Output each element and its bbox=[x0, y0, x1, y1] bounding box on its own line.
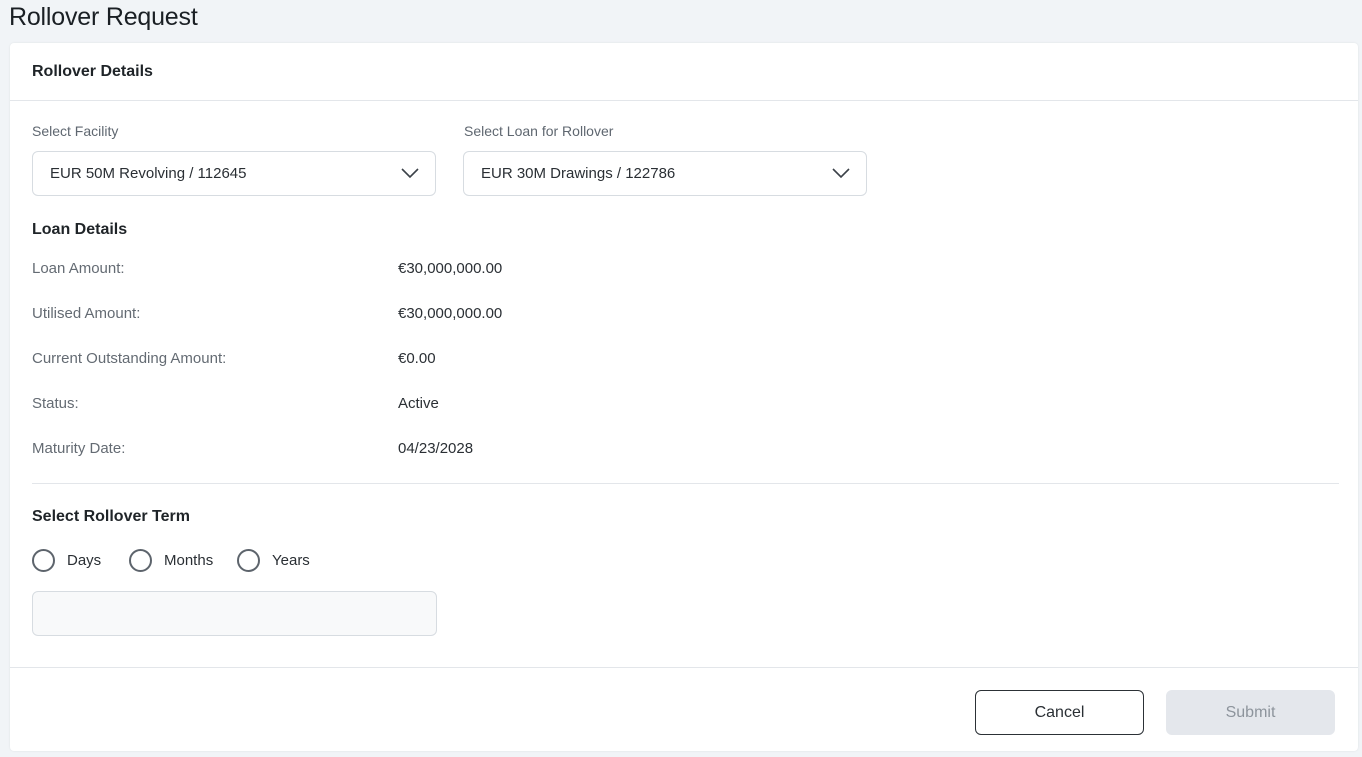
maturity-date-label: Maturity Date: bbox=[32, 440, 126, 457]
status-label: Status: bbox=[32, 395, 79, 412]
footer-divider bbox=[10, 667, 1358, 668]
loan-amount-label: Loan Amount: bbox=[32, 260, 125, 277]
radio-circle-icon bbox=[237, 549, 260, 572]
radio-years-label: Years bbox=[272, 552, 310, 569]
radio-circle-icon bbox=[129, 549, 152, 572]
facility-label: Select Facility bbox=[32, 123, 119, 139]
radio-days-label: Days bbox=[67, 552, 102, 569]
card-header: Rollover Details bbox=[10, 43, 1358, 101]
utilised-amount-value: €30,000,000.00 bbox=[398, 305, 503, 322]
outstanding-amount-label: Current Outstanding Amount: bbox=[32, 350, 227, 367]
loan-details-title: Loan Details bbox=[32, 221, 128, 238]
status-value: Active bbox=[398, 395, 439, 412]
rollover-term-title: Select Rollover Term bbox=[32, 508, 190, 525]
cancel-button[interactable]: Cancel bbox=[975, 690, 1144, 735]
loan-select[interactable]: EUR 30M Drawings / 122786 bbox=[463, 151, 867, 196]
submit-button[interactable]: Submit bbox=[1166, 690, 1335, 735]
facility-select-value: EUR 50M Revolving / 112645 bbox=[50, 165, 247, 182]
loan-select-label: Select Loan for Rollover bbox=[464, 123, 614, 139]
rollover-details-card: Rollover Details Select Facility EUR 50M… bbox=[10, 43, 1358, 751]
chevron-down-icon bbox=[401, 168, 419, 179]
section-divider bbox=[32, 483, 1339, 484]
radio-months[interactable]: Months bbox=[129, 549, 213, 572]
radio-days[interactable]: Days bbox=[32, 549, 101, 572]
loan-amount-value: €30,000,000.00 bbox=[398, 260, 503, 277]
radio-months-label: Months bbox=[164, 552, 214, 569]
chevron-down-icon bbox=[832, 168, 850, 179]
facility-select[interactable]: EUR 50M Revolving / 112645 bbox=[32, 151, 436, 196]
radio-years[interactable]: Years bbox=[237, 549, 310, 572]
radio-circle-icon bbox=[32, 549, 55, 572]
utilised-amount-label: Utilised Amount: bbox=[32, 305, 141, 322]
page-title: Rollover Request bbox=[9, 3, 198, 31]
rollover-term-input[interactable] bbox=[32, 591, 437, 636]
maturity-date-value: 04/23/2028 bbox=[398, 440, 474, 457]
card-title: Rollover Details bbox=[32, 62, 153, 80]
outstanding-amount-value: €0.00 bbox=[398, 350, 436, 367]
loan-select-value: EUR 30M Drawings / 122786 bbox=[481, 165, 676, 182]
